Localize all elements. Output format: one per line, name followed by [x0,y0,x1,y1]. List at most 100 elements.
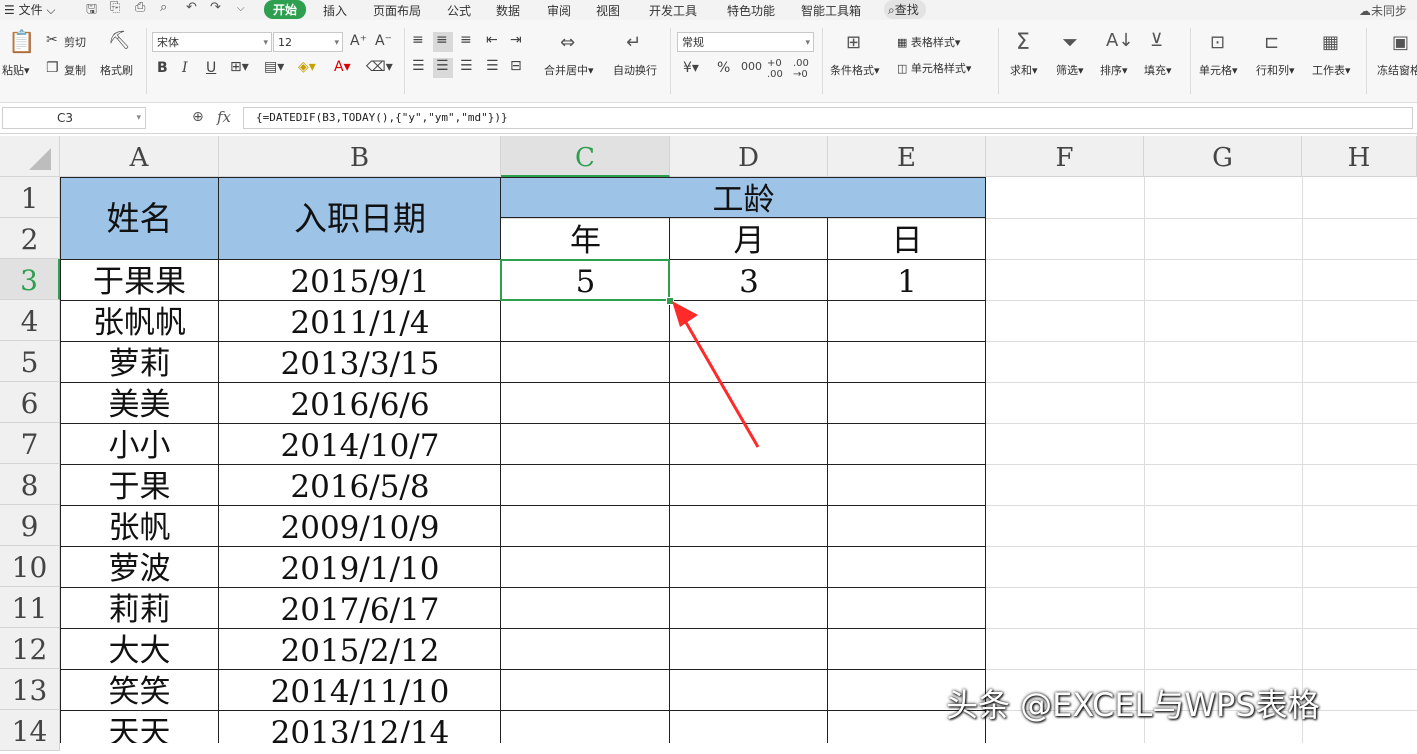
column-header-c[interactable]: C [501,136,670,177]
table-style-button[interactable]: ▦ 表格样式▾ [897,34,960,50]
print-icon[interactable]: ⎙ [135,0,145,15]
header-name-cell[interactable]: 姓名 [60,177,219,259]
merge-center-icon[interactable]: ⇔ [560,32,575,53]
bold-icon[interactable]: B [157,60,168,76]
header-seniority-cell[interactable]: 工龄 [501,177,986,218]
indent-decrease-icon[interactable]: ⇤ [486,32,498,48]
cut-button[interactable]: 剪切 [64,34,86,50]
increase-decimal-icon[interactable]: +0.00 [767,58,783,80]
row-header[interactable]: 4 [0,300,60,341]
row-col-button[interactable]: 行和列▾ [1256,62,1295,78]
save-icon[interactable]: 🖫 [86,0,97,22]
cell-style-button[interactable]: ◫ 单元格样式▾ [897,60,971,76]
thousands-icon[interactable]: 000 [741,60,762,73]
name-cell[interactable]: 大大 [60,628,219,669]
tab-toolbox[interactable]: 智能工具箱 [801,2,861,19]
decrease-font-icon[interactable]: A⁻ [375,33,392,49]
column-header-d[interactable]: D [670,136,828,177]
date-cell[interactable]: 2015/9/1 [219,259,501,300]
date-cell[interactable]: 2013/12/14 [219,710,501,743]
currency-icon[interactable]: ¥▾ [683,60,699,76]
row-header[interactable]: 9 [0,505,60,546]
row-header[interactable]: 8 [0,464,60,505]
column-header-e[interactable]: E [828,136,986,177]
date-cell[interactable]: 2009/10/9 [219,505,501,546]
align-center-icon[interactable]: ☰ [436,58,449,74]
fill-color-icon[interactable]: ◈▾ [298,59,316,75]
day-cell[interactable]: 1 [828,259,986,300]
tab-insert[interactable]: 插入 [323,2,347,19]
date-cell[interactable]: 2016/5/8 [219,464,501,505]
font-size-select[interactable]: 12 ▾ [273,32,343,52]
date-cell[interactable]: 2014/10/7 [219,423,501,464]
fx-button[interactable]: fx [217,108,231,126]
tab-review[interactable]: 审阅 [547,2,571,19]
date-cell[interactable]: 2017/6/17 [219,587,501,628]
redo-icon[interactable]: ↷ [210,0,221,15]
distribute-icon[interactable]: ⊟ [510,58,522,74]
name-cell[interactable]: 小小 [60,423,219,464]
paste-icon[interactable]: 📋 [8,30,35,55]
conditional-format-icon[interactable]: ⊞ [846,32,861,53]
name-cell[interactable]: 于果 [60,464,219,505]
print-preview-icon[interactable]: ⌕ [160,0,167,15]
name-cell[interactable]: 张帆 [60,505,219,546]
increase-font-icon[interactable]: A⁺ [350,33,367,49]
sum-button[interactable]: 求和▾ [1010,62,1038,78]
underline-icon[interactable]: U [206,60,216,76]
file-menu[interactable]: ☰ 文件 ⌵ [4,1,56,18]
freeze-button[interactable]: 冻结窗格 [1377,62,1417,78]
row-header[interactable]: 14 [0,710,60,751]
subheader-month-cell[interactable]: 月 [670,218,828,259]
name-cell[interactable]: 张帆帆 [60,300,219,341]
date-cell[interactable]: 2011/1/4 [219,300,501,341]
indent-increase-icon[interactable]: ⇥ [510,32,522,48]
align-middle-icon[interactable]: ≡ [436,32,448,48]
fill-icon[interactable]: ⊻ [1150,30,1163,51]
name-cell[interactable]: 于果果 [60,259,219,300]
column-header-b[interactable]: B [219,136,501,177]
sum-icon[interactable]: Σ [1016,30,1030,55]
name-cell[interactable]: 莉莉 [60,587,219,628]
clear-icon[interactable]: ⌫▾ [366,59,393,75]
filter-icon[interactable]: ⏷ [1062,30,1078,54]
date-cell[interactable]: 2019/1/10 [219,546,501,587]
date-cell[interactable]: 2015/2/12 [219,628,501,669]
decrease-decimal-icon[interactable]: .00 →0 [793,58,809,80]
row-header[interactable]: 10 [0,546,60,587]
column-header-g[interactable]: G [1144,136,1302,177]
subheader-day-cell[interactable]: 日 [828,218,986,259]
undo-icon[interactable]: ↶ [186,0,197,15]
align-top-icon[interactable]: ≡ [412,32,424,48]
row-header[interactable]: 7 [0,423,60,464]
row-header[interactable]: 5 [0,341,60,382]
tab-page-layout[interactable]: 页面布局 [373,2,421,19]
percent-icon[interactable]: % [717,60,730,76]
name-cell[interactable]: 天天 [60,710,219,743]
copy-icon[interactable]: ❐ [46,60,59,76]
tab-view[interactable]: 视图 [596,2,620,19]
cell-icon[interactable]: ⊡ [1210,32,1225,53]
row-header[interactable]: 13 [0,669,60,710]
select-all-corner[interactable] [0,136,60,177]
fill-button[interactable]: 填充▾ [1144,62,1172,78]
wrap-text-button[interactable]: 自动换行 [613,62,657,78]
format-painter-button[interactable]: 格式刷 [100,62,133,78]
zoom-icon[interactable]: ⊕ [192,109,204,125]
subheader-year-cell[interactable]: 年 [501,218,670,259]
name-cell[interactable]: 萝波 [60,546,219,587]
fill-pattern-icon[interactable]: ▤▾ [264,59,284,75]
sort-icon[interactable]: A↓ [1106,30,1133,51]
paste-button[interactable]: 粘贴▾ [2,62,30,78]
active-cell-selection[interactable] [500,259,670,301]
customize-icon[interactable]: ⌵ [237,3,245,14]
number-format-select[interactable]: 常规 ▾ [677,32,814,52]
date-cell[interactable]: 2014/11/10 [219,669,501,710]
filter-button[interactable]: 筛选▾ [1056,62,1084,78]
row-header[interactable]: 11 [0,587,60,628]
header-date-cell[interactable]: 入职日期 [219,177,501,259]
row-header[interactable]: 3 [0,259,60,300]
sync-status[interactable]: ☁未同步 [1359,2,1407,19]
align-left-icon[interactable]: ☰ [412,58,425,74]
tab-data[interactable]: 数据 [496,2,520,19]
